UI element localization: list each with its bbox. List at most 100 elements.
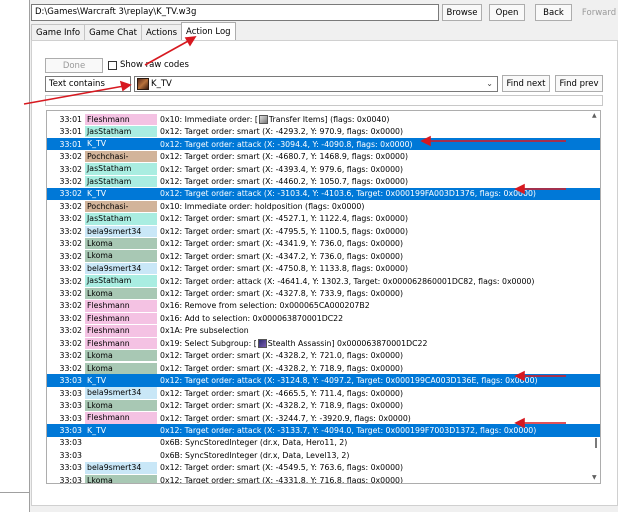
log-row[interactable]: 33:02 JasStatham 0x12: Target order: smart… (47, 163, 600, 175)
log-row[interactable]: 33:02 JasStatham 0x12: Target order: smart… (47, 175, 600, 188)
action-log-list[interactable]: 33:01 Fleshmann 0x10: Immediate order: [Tr… (46, 110, 601, 484)
log-row[interactable]: 33:02 Fleshmann 0x16: Remove from selectio… (47, 300, 600, 312)
log-action-text: 0x16: Add to selection: 0x000063870001DC… (160, 313, 344, 323)
log-row[interactable]: 33:02 Fleshmann 0x19: Select Subgroup: [St… (47, 337, 600, 349)
log-player: JasStatham (85, 163, 157, 175)
done-button[interactable]: Done (45, 58, 103, 73)
tab-actions[interactable]: Actions (140, 24, 183, 40)
log-time: 33:02 (59, 363, 82, 373)
log-row[interactable]: 33:03 K_TV 0x12: Target order: attack (X: … (47, 374, 600, 387)
log-row[interactable]: 33:01 JasStatham 0x12: Target order: smart… (47, 125, 600, 138)
log-row[interactable]: 33:02 Lkoma 0x12: Target order: smart (X: … (47, 350, 600, 362)
log-time: 33:03 (59, 376, 82, 386)
log-action-text: 0x19: Select Subgroup: [ (160, 338, 257, 348)
log-action: 0x12: Target order: smart (X: -4665.5, Y… (157, 389, 403, 398)
replay-path-input[interactable]: D:\Games\Warcraft 3\replay\K_TV.w3g (31, 4, 439, 21)
left-panel-divider (0, 492, 30, 493)
log-action: 0x12: Target order: smart (X: -4393.4, Y… (157, 165, 403, 174)
log-action: 0x6B: SyncStoredInteger (dr.x, Data, Her… (157, 438, 347, 447)
log-time: 33:02 (59, 301, 82, 311)
log-row[interactable]: 33:02 Lkoma 0x12: Target order: smart (X: … (47, 287, 600, 300)
log-row[interactable]: 33:02 JasStatham 0x12: Target order: attac… (47, 275, 600, 287)
log-row[interactable]: 33:02 bela9smert34 0x12: Target order: sma… (47, 225, 600, 237)
log-row[interactable]: 33:02 JasStatham 0x12: Target order: smart… (47, 213, 600, 225)
log-action-text: 0x12: Target order: smart (X: -4460.2, Y… (160, 176, 409, 186)
stealth-icon (257, 338, 267, 348)
log-row[interactable]: 33:03 Lkoma 0x12: Target order: smart (X: … (47, 399, 600, 412)
log-action-text: 0x12: Target order: smart (X: -4328.2, Y… (160, 363, 404, 373)
find-next-button[interactable]: Find next (502, 75, 550, 92)
log-time: 33:03 (59, 463, 82, 473)
log-action-text-suffix: Stealth Assassin] 0x000063870001DC22 (267, 338, 428, 348)
log-player: bela9smert34 (85, 462, 157, 474)
log-row[interactable]: 33:02 Pochchasi- 0x12: Target order: smart… (47, 150, 600, 163)
tab-game-info[interactable]: Game Info (31, 24, 86, 40)
scroll-up-icon[interactable]: ▲ (592, 112, 597, 119)
log-time: 33:01 (59, 127, 82, 137)
log-player: K_TV (85, 188, 157, 200)
log-row[interactable]: 33:02 bela9smert34 0x12: Target order: sma… (47, 262, 600, 275)
log-action: 0x12: Target order: smart (X: -4527.1, Y… (157, 214, 408, 223)
log-action: 0x10: Immediate order: holdposition (fla… (157, 202, 364, 211)
log-player: Fleshmann (85, 312, 157, 325)
replay-viewer-window: D:\Games\Warcraft 3\replay\K_TV.w3g Brow… (0, 0, 618, 512)
log-time: 33:02 (59, 264, 82, 274)
log-row[interactable]: 33:02 Lkoma 0x12: Target order: smart (X: … (47, 250, 600, 262)
log-row[interactable]: 33:02 Pochchasi- 0x10: Immediate order: ho… (47, 200, 600, 213)
tab-bar: Game Info Game Chat Actions Action Log (31, 22, 236, 40)
search-combo[interactable]: K_TV ⌄ (134, 76, 498, 92)
log-player: Fleshmann (85, 113, 157, 125)
transfer-icon (258, 114, 268, 124)
log-action: 0x12: Target order: attack (X: -3094.4, … (157, 140, 413, 149)
log-row[interactable]: 33:03 bela9smert34 0x12: Target order: sma… (47, 387, 600, 399)
log-action: 0x12: Target order: smart (X: -4347.2, Y… (157, 252, 403, 261)
log-action: 0x12: Target order: smart (X: -4293.2, Y… (157, 127, 403, 136)
log-player: Pochchasi- (85, 150, 157, 163)
vertical-scrollbar[interactable]: ▲ ▼ (590, 110, 600, 484)
log-row[interactable]: 33:02 Fleshmann 0x1A: Pre subselection (47, 325, 600, 337)
log-row[interactable]: 33:03 0x6B: SyncStoredInteger (dr.x, Data… (47, 449, 600, 461)
log-action-text: 0x10: Immediate order: [ (160, 114, 258, 124)
horizontal-scrollbar[interactable] (46, 488, 601, 497)
log-player: Lkoma (85, 474, 157, 483)
forward-button[interactable]: Forward (580, 4, 618, 21)
log-action-text: 0x12: Target order: smart (X: -4328.2, Y… (160, 401, 404, 411)
browse-button[interactable]: Browse (442, 4, 482, 21)
log-player: JasStatham (85, 213, 157, 225)
log-player: JasStatham (85, 175, 157, 188)
log-row[interactable]: 33:02 Lkoma 0x12: Target order: smart (X: … (47, 362, 600, 374)
log-action-text: 0x12: Target order: smart (X: -4341.9, Y… (160, 239, 404, 249)
log-action: 0x12: Target order: smart (X: -4750.8, Y… (157, 264, 408, 273)
log-player: JasStatham (85, 275, 157, 287)
log-action: 0x12: Target order: smart (X: -4680.7, Y… (157, 152, 408, 161)
filter-type-select[interactable]: Text contains ⌄ (45, 76, 131, 92)
log-time: 33:02 (59, 164, 82, 174)
log-action-text: 0x12: Target order: smart (X: -4795.5, Y… (160, 226, 409, 236)
log-row[interactable]: 33:02 Fleshmann 0x16: Add to selection: 0x… (47, 312, 600, 325)
show-raw-codes-checkbox[interactable] (108, 60, 117, 70)
log-time: 33:02 (59, 152, 82, 162)
log-time: 33:01 (59, 139, 82, 149)
tab-action-log[interactable]: Action Log (181, 22, 236, 40)
tab-game-chat[interactable]: Game Chat (84, 24, 142, 40)
log-action: 0x12: Target order: attack (X: -4641.4, … (157, 277, 534, 286)
left-panel (0, 0, 30, 512)
log-row[interactable]: 33:01 Fleshmann 0x10: Immediate order: [Tr… (47, 113, 600, 125)
back-button[interactable]: Back (535, 4, 572, 21)
log-row[interactable]: 33:02 K_TV 0x12: Target order: attack (X: … (47, 187, 600, 201)
find-prev-button[interactable]: Find prev (555, 75, 603, 92)
log-row[interactable]: 33:03 bela9smert34 0x12: Target order: sma… (47, 462, 600, 474)
chevron-down-icon: ⌄ (486, 79, 493, 88)
log-action-text: 0x12: Target order: smart (X: -4527.1, Y… (160, 214, 409, 224)
log-row[interactable]: 33:01 K_TV 0x12: Target order: attack (X: … (47, 137, 600, 151)
show-raw-codes-option[interactable]: Show raw codes (108, 60, 189, 70)
log-row[interactable]: 33:03 Lkoma 0x12: Target order: smart (X: … (47, 474, 600, 483)
secondary-filter-field[interactable] (45, 95, 603, 106)
open-button[interactable]: Open (489, 4, 525, 21)
scroll-down-icon[interactable]: ▼ (592, 474, 597, 481)
log-row[interactable]: 33:03 Fleshmann 0x12: Target order: smart … (47, 412, 600, 424)
log-row[interactable]: 33:02 Lkoma 0x12: Target order: smart (X: … (47, 238, 600, 250)
log-row[interactable]: 33:03 0x6B: SyncStoredInteger (dr.x, Data… (47, 437, 600, 449)
scroll-thumb[interactable] (595, 438, 597, 448)
log-row[interactable]: 33:03 K_TV 0x12: Target order: attack (X: … (47, 424, 600, 437)
